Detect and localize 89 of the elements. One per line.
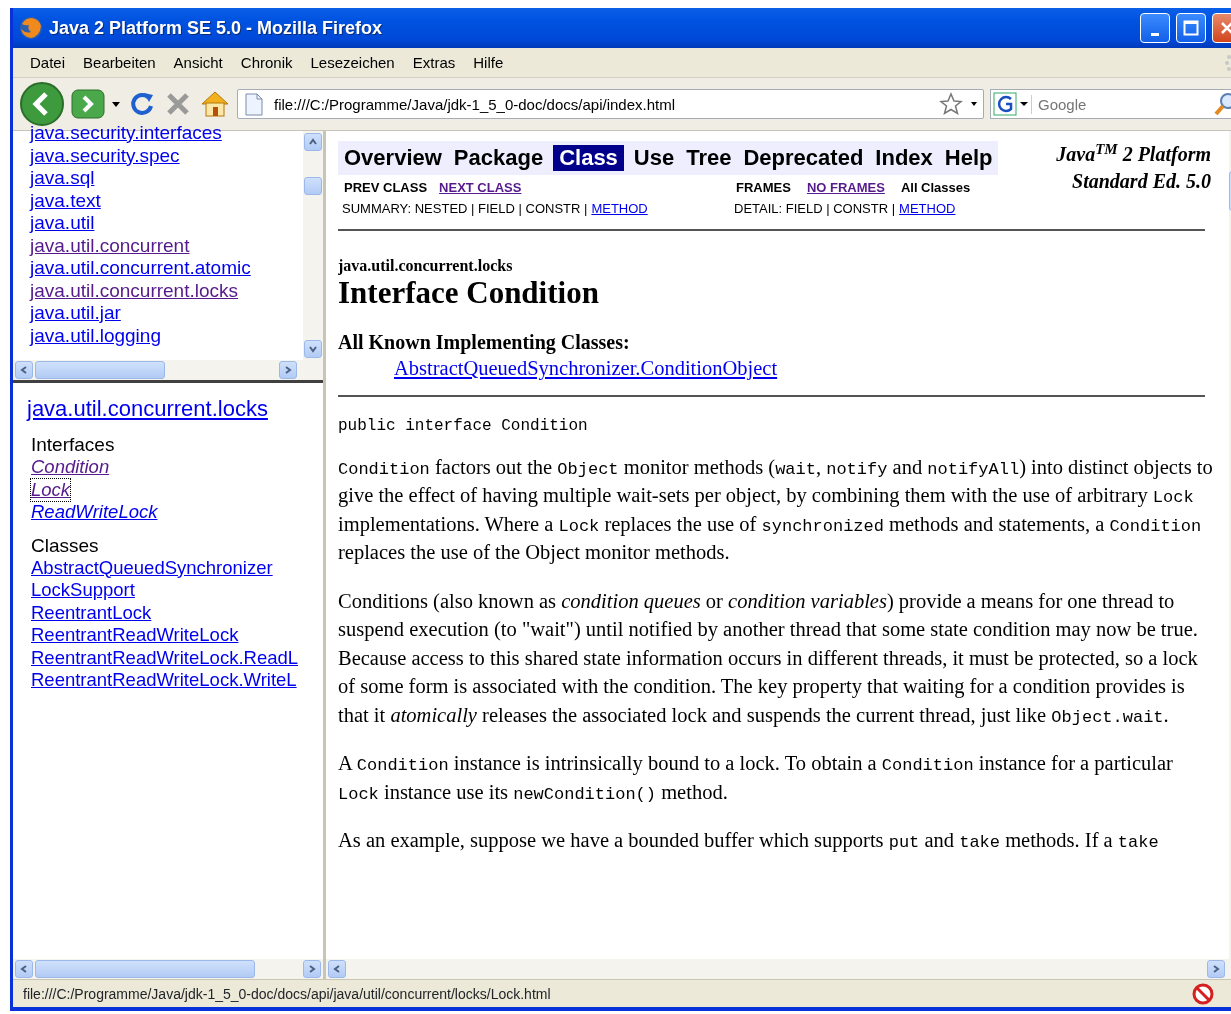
paragraph: Conditions (also known as condition queues or condition variables) provide a means for one thread to suspend execution (to "wait") until notified by another thread that some state condition may now be true. Because access to this shared state information occurs in different threads, it must be protected, so a lock of some form is associated with the condition. The key property that waiting for a condition provides is that it atomically releases the associated lock and suspends the current thread, just like Object.wait. [338,588,1199,729]
menu-item[interactable]: Ansicht [164,54,232,71]
scroll-thumb[interactable] [35,361,165,379]
menu-item[interactable]: Hilfe [464,54,513,71]
class-title: Interface Condition [338,275,600,311]
list-link[interactable]: java.text [30,189,101,212]
method-link[interactable]: METHOD [899,198,956,219]
search-box[interactable]: Google [990,89,1231,119]
navigation-link[interactable]: Overview [342,145,444,171]
dropdown-caret-icon[interactable] [111,100,121,108]
class-link[interactable]: ReentrantLock [31,601,152,624]
maximize-button[interactable] [1176,13,1206,43]
address-field[interactable]: file:///C:/Programme/Java/jdk-1_5_0-doc/docs/api/index.html [268,94,937,114]
browser-logo-icon [19,16,43,40]
window-title: Java 2 Platform SE 5.0 - Mozilla Firefox [49,17,384,39]
menu-item[interactable]: Datei [21,54,75,71]
navigation-link[interactable]: NEXT CLASS [439,177,522,198]
vertical-scrollbar[interactable] [303,131,323,360]
home-icon[interactable] [199,89,231,119]
scroll-thumb[interactable] [304,176,322,195]
package-title-link[interactable]: java.util.concurrent.locks [27,395,268,423]
code-link[interactable]: notify [826,455,888,478]
class-link[interactable]: AbstractQueuedSynchronizer [31,556,273,579]
detail-label: DETAIL: FIELD | CONSTR | [734,200,896,218]
interface-link[interactable]: ReadWriteLock [31,501,158,524]
code-link[interactable]: notifyAll [927,455,1020,478]
search-engine-icon[interactable] [991,90,1031,118]
address-bar[interactable]: file:///C:/Programme/Java/jdk-1_5_0-doc/docs/api/index.html [237,89,984,119]
bookmark-star-icon[interactable] [937,91,965,117]
platform-title: Java$^{TM}$ 2 Platform [1056,141,1211,168]
class-link[interactable]: AbstractQueuedSynchronizer.ConditionObject [394,354,778,383]
code-link[interactable]: Lock [1152,484,1194,506]
back-button[interactable] [19,81,65,127]
navigation-link[interactable]: Deprecated [741,145,866,171]
list-link[interactable]: java.util.jar [30,302,121,325]
navigation-link[interactable]: FRAMES [736,177,791,198]
navigation-link[interactable]: Help [942,145,995,171]
list-link[interactable]: java.util.concurrent.atomic [30,257,251,280]
navigation-link[interactable]: Tree [684,145,734,171]
interface-link[interactable]: Lock [31,478,71,501]
forward-button[interactable] [71,89,105,119]
menu-item[interactable]: Bearbeiten [74,54,165,71]
horizontal-scrollbar[interactable] [13,959,323,979]
code-link[interactable]: wait [775,455,816,478]
horizontal-scrollbar[interactable] [326,959,1229,979]
paragraph: A Condition instance is intrinsically bound to a lock. To obtain a Condition instance for a particular Lock instance use its newCondition() method. [338,751,1174,806]
method-link[interactable]: METHOD [591,198,648,219]
scroll-thumb[interactable] [35,960,255,978]
horizontal-scrollbar[interactable] [13,360,323,380]
platform-subtitle: Standard Ed. 5.0 [1071,169,1211,194]
list-link[interactable]: java.util [30,212,95,235]
navigation-link[interactable]: Package [451,145,546,171]
list-link[interactable]: java.security.interfaces [30,122,222,145]
navigation-link[interactable]: Index [873,145,935,171]
list-link[interactable]: java.util.concurrent.locks [30,279,239,302]
interface-link[interactable]: Condition [31,456,110,479]
navigation-tab[interactable]: Class [553,145,624,171]
list-link[interactable]: java.util.logging [30,324,161,347]
section-heading: Interfaces [31,433,116,456]
minimize-icon [1151,32,1159,36]
class-link[interactable]: ReentrantReadWriteLock.ReadL [31,646,299,669]
class-link[interactable]: LockSupport [31,579,135,602]
summary-label: SUMMARY: NESTED | FIELD | CONSTR | [342,200,588,218]
list-link[interactable]: java.sql [30,167,95,190]
blocked-icon[interactable] [1192,982,1214,1005]
menu-item[interactable]: Chronik [231,54,302,71]
class-link[interactable]: ReentrantReadWriteLock [31,624,239,647]
code-link[interactable]: Lock [338,780,379,803]
minimize-button[interactable] [1140,13,1170,43]
code-link[interactable]: newCondition() [513,780,656,803]
maximize-icon [1183,20,1199,36]
navigation-link[interactable]: Use [631,145,677,171]
paragraph: As an example, suppose we have a bounded buffer which supports put and take methods. If a take [338,828,1160,854]
search-field[interactable]: Google [1031,94,1213,114]
navigation-link[interactable]: NO FRAMES [806,177,885,198]
menu-item[interactable]: Lesezeichen [301,54,404,71]
section-heading: All Known Implementing Classes: [338,331,631,354]
class-signature: public interface Condition [338,416,589,435]
list-link[interactable]: java.util.concurrent [30,234,190,257]
package-name: java.util.concurrent.locks [338,257,514,275]
paragraph: Condition factors out the Object monitor methods (wait, notify and notifyAll) into distinct objects to give the effect of having multiple wait-sets per object, by combining them with the use of arbitrary Lock implementations. Where a Lock replaces the use of synchronized methods and statements, a Condition replaces the use of the Object monitor methods. [338,454,1214,566]
class-link[interactable]: ReentrantReadWriteLock.WriteL [31,669,297,692]
navigation-link[interactable]: PREV CLASS [344,177,428,198]
close-icon [1220,21,1231,35]
section-heading: Classes [31,533,100,557]
menu-item[interactable]: Extras [403,54,465,71]
list-link[interactable]: java.security.spec [30,144,180,167]
status-text: file:///C:/Programme/Java/jdk-1_5_0-doc/docs/api/java/util/concurrent/locks/Lock.html [23,985,551,1002]
navigation-link[interactable]: All Classes [900,177,971,198]
